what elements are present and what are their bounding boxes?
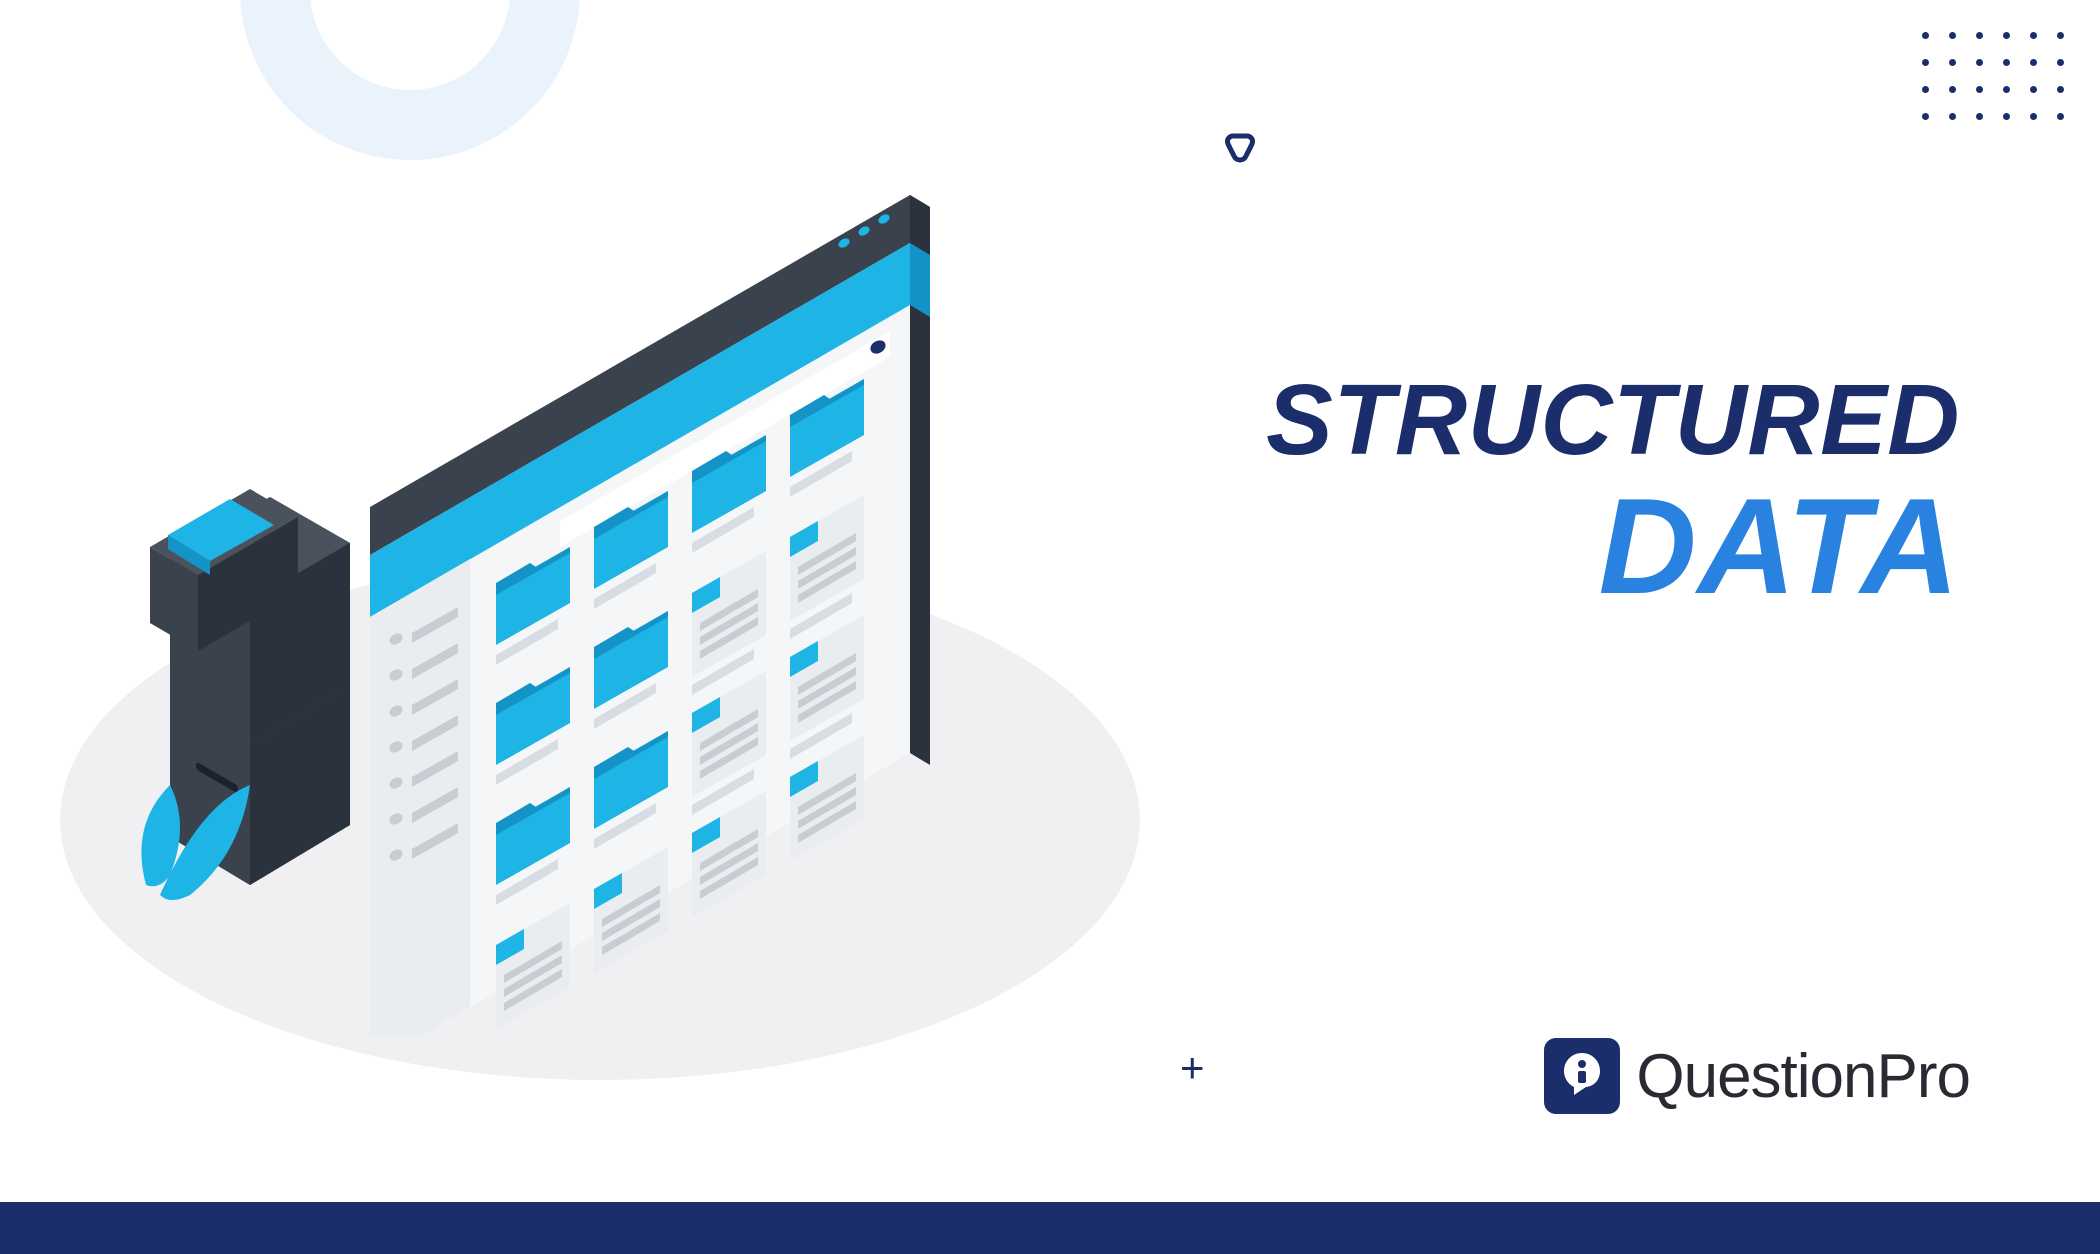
browser-window-icon [370, 195, 930, 1035]
dot-grid-decoration [1922, 32, 2064, 120]
filing-cabinet-icon [150, 489, 350, 885]
triangle-icon [1222, 130, 1258, 171]
brand-name: QuestionPro [1636, 1041, 1970, 1112]
isometric-illustration [140, 185, 1100, 1035]
title-line-structured: STRUCTURED [1266, 370, 1960, 470]
footer-bar [0, 1202, 2100, 1254]
brand-logo: QuestionPro [1544, 1038, 1970, 1114]
logo-badge-icon [1544, 1038, 1620, 1114]
circle-decoration [240, 0, 580, 160]
title-line-data: DATA [1266, 478, 1960, 614]
page-title: STRUCTURED DATA [1266, 370, 1960, 614]
plus-icon: + [1180, 1047, 1205, 1089]
